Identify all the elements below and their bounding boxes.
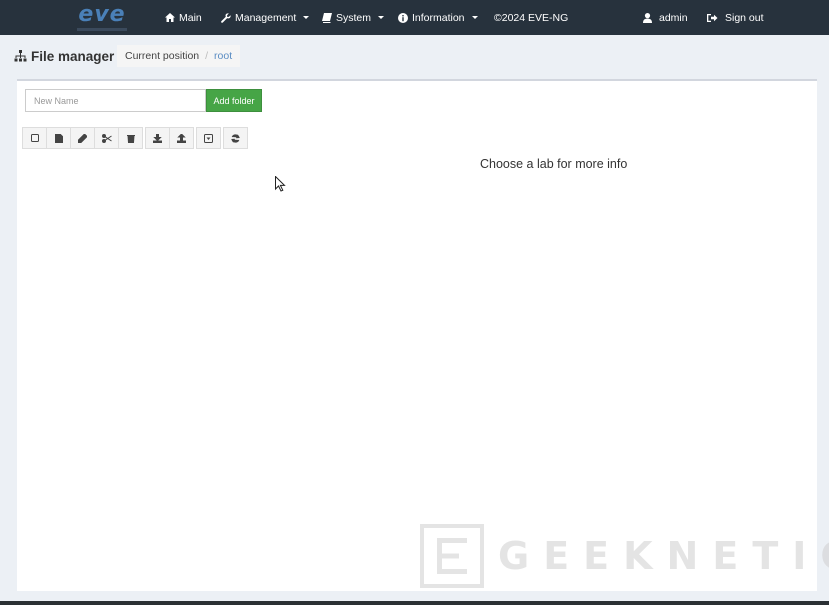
watermark: GEEKNETIC (420, 524, 829, 588)
top-navbar: eve Main Management System Information ©… (0, 0, 829, 35)
refresh-button[interactable] (223, 127, 248, 149)
logo-subtitle-bar (77, 27, 127, 31)
delete-button[interactable] (118, 127, 143, 149)
copyright-label: ©2024 EVE-NG (494, 11, 569, 24)
pencil-icon (78, 133, 87, 143)
toolbar-group-refresh (223, 127, 248, 149)
toolbar-group-edit (22, 127, 143, 149)
upload-button[interactable] (169, 127, 194, 149)
refresh-icon (231, 133, 240, 143)
logo-text: eve (78, 1, 126, 27)
nav-signout[interactable]: Sign out (707, 0, 764, 35)
download-icon (153, 133, 162, 143)
eve-logo[interactable]: eve (68, 0, 136, 35)
cut-button[interactable] (94, 127, 119, 149)
add-folder-row: Add folder (25, 89, 262, 112)
breadcrumb-label: Current position (125, 50, 200, 62)
download-button[interactable] (145, 127, 170, 149)
breadcrumb-root-link[interactable]: root (214, 50, 232, 62)
breadcrumb-separator: / (205, 50, 209, 62)
page-header: File manager (14, 44, 114, 68)
signout-label: Sign out (725, 11, 764, 24)
new-file-icon (54, 133, 63, 143)
upload-icon (177, 133, 186, 143)
watermark-logo (420, 524, 484, 588)
nav-management-label: Management (235, 11, 297, 24)
trash-icon (126, 134, 135, 143)
chevron-down-icon (471, 16, 478, 19)
mouse-cursor-icon (275, 176, 286, 192)
export-button[interactable] (196, 127, 221, 149)
watermark-logo-mark (437, 538, 467, 574)
info-circle-icon (398, 12, 408, 23)
user-icon (643, 12, 652, 23)
nav-user[interactable]: admin (643, 0, 688, 35)
rename-button[interactable] (70, 127, 95, 149)
file-toolbar (22, 127, 248, 149)
export-icon (204, 133, 213, 143)
checkbox-icon (30, 134, 39, 142)
nav-management[interactable]: Management (221, 0, 310, 35)
chevron-down-icon (378, 16, 385, 19)
file-manager-panel: Add folder (17, 79, 829, 591)
nav-information[interactable]: Information (398, 0, 478, 35)
wrench-icon (221, 12, 231, 23)
lab-info-message: Choose a lab for more info (480, 157, 628, 171)
watermark-text: GEEKNETIC (498, 534, 829, 578)
breadcrumb: Current position / root (117, 45, 241, 67)
select-all-button[interactable] (22, 127, 47, 149)
sitemap-icon (14, 50, 27, 62)
toolbar-group-misc (196, 127, 221, 149)
chevron-down-icon (303, 16, 310, 19)
user-label: admin (659, 11, 688, 24)
home-icon (165, 13, 175, 22)
bottom-bar (0, 601, 829, 605)
page-title-text: File manager (31, 48, 115, 64)
scissors-icon (101, 133, 112, 143)
nav-information-label: Information (412, 11, 465, 24)
sign-out-icon (707, 13, 718, 22)
nav-main-label: Main (179, 11, 202, 24)
add-folder-button[interactable]: Add folder (206, 89, 262, 112)
new-file-button[interactable] (46, 127, 71, 149)
nav-main[interactable]: Main (165, 0, 202, 35)
new-folder-name-input[interactable] (25, 89, 206, 112)
nav-copyright[interactable]: ©2024 EVE-NG (494, 0, 568, 35)
page-title: File manager (14, 49, 114, 64)
toolbar-group-transfer (145, 127, 194, 149)
nav-system-label: System (336, 11, 372, 24)
book-icon (322, 12, 332, 23)
nav-system[interactable]: System (322, 0, 385, 35)
